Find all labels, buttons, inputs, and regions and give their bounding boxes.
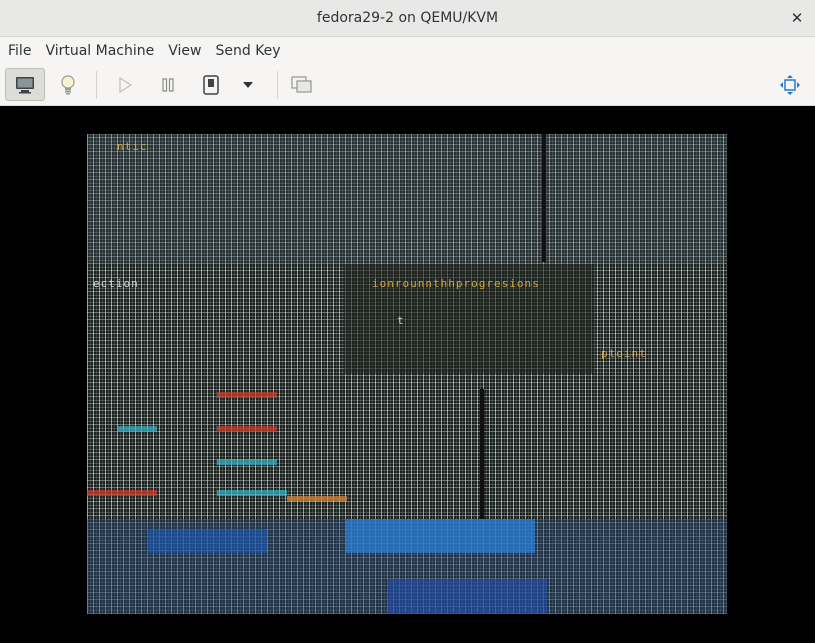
- window-titlebar: fedora29-2 on QEMU/KVM ✕: [0, 0, 815, 37]
- guest-glitch-text: ection: [93, 277, 139, 290]
- menu-file[interactable]: File: [1, 43, 38, 59]
- guest-glitch-text: ntic: [117, 140, 148, 153]
- toolbar-separator: [96, 71, 97, 99]
- monitor-icon: [16, 76, 34, 93]
- details-button[interactable]: [54, 68, 82, 101]
- guest-noise-block: [217, 426, 277, 432]
- guest-noise-block: [147, 529, 267, 553]
- run-button[interactable]: [112, 68, 138, 101]
- toolbar: [0, 64, 815, 106]
- guest-noise-block: [117, 426, 157, 432]
- pause-button[interactable]: [155, 68, 181, 101]
- toolbar-separator: [277, 71, 278, 99]
- guest-display[interactable]: ntic ionrounnthhprogresions ection t pto…: [87, 134, 727, 614]
- menubar: File Virtual Machine View Send Key: [0, 37, 815, 64]
- window-title: fedora29-2 on QEMU/KVM: [316, 10, 499, 26]
- guest-noise-block: [217, 459, 277, 465]
- guest-noise-block: [287, 496, 347, 502]
- guest-noise-block: [217, 392, 277, 398]
- close-window-button[interactable]: ✕: [787, 8, 807, 28]
- play-icon: [119, 76, 132, 93]
- lightbulb-icon: [61, 74, 75, 94]
- chevron-down-icon: [243, 81, 253, 88]
- guest-noise-block: [87, 134, 727, 264]
- fullscreen-icon: [780, 74, 800, 95]
- menu-view[interactable]: View: [161, 43, 208, 59]
- guest-noise-block: [480, 389, 484, 519]
- shutdown-menu-button[interactable]: [236, 68, 260, 101]
- fullscreen-button[interactable]: [776, 68, 804, 101]
- guest-glitch-text: ionrounnthhprogresions: [372, 277, 540, 290]
- guest-noise-block: [217, 490, 287, 496]
- graphical-console-button[interactable]: [5, 68, 45, 101]
- power-icon: [203, 74, 219, 95]
- snapshots-button[interactable]: [289, 68, 315, 101]
- menu-virtual-machine[interactable]: Virtual Machine: [38, 43, 161, 59]
- guest-noise-block: [87, 490, 157, 496]
- snapshots-icon: [291, 75, 312, 93]
- menu-send-key[interactable]: Send Key: [208, 43, 287, 59]
- guest-noise-block: [542, 134, 546, 262]
- guest-noise-block: [387, 579, 547, 614]
- shutdown-button[interactable]: [198, 68, 224, 101]
- guest-glitch-text: ptoint: [601, 347, 647, 360]
- pause-icon: [162, 77, 174, 92]
- guest-glitch-text: t: [397, 314, 405, 327]
- guest-noise-block: [345, 519, 535, 553]
- close-icon: ✕: [790, 9, 804, 27]
